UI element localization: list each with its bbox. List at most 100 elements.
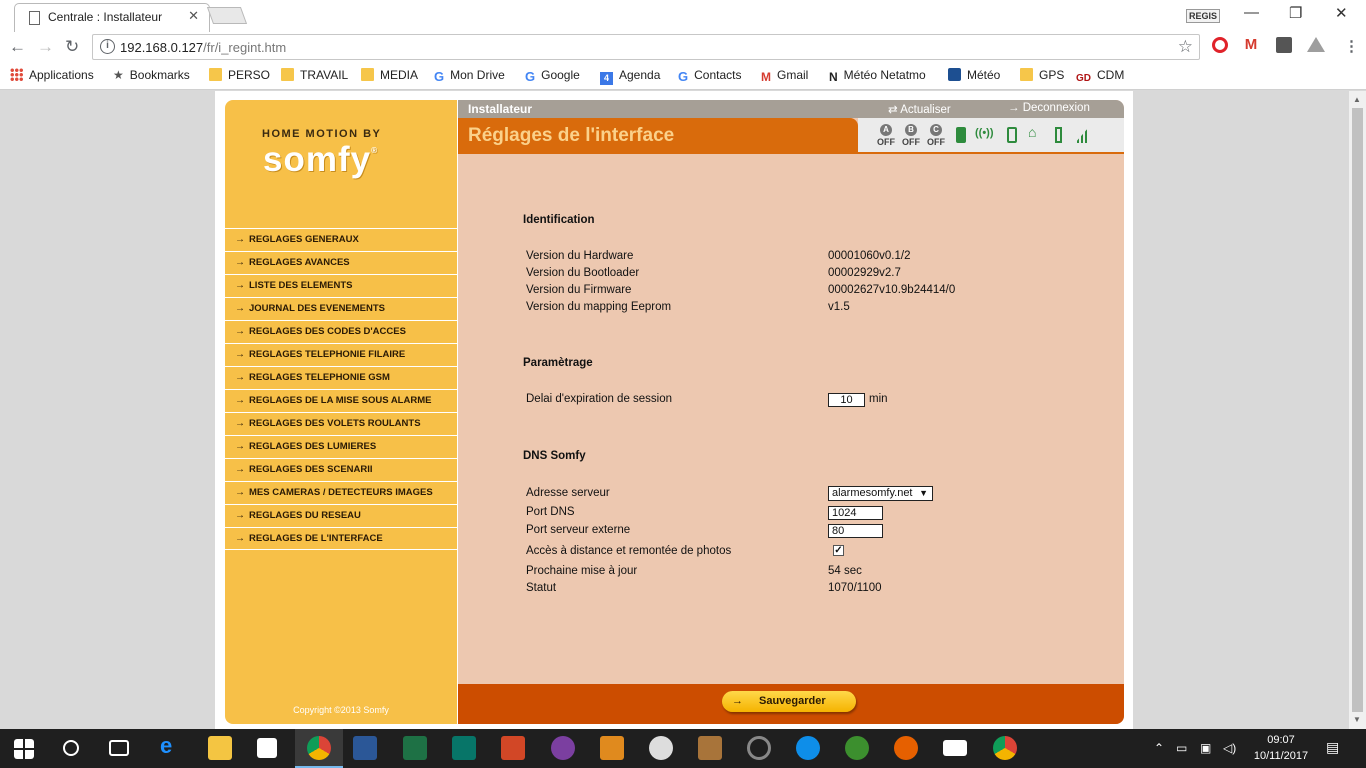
- volume-icon[interactable]: ◁): [1223, 741, 1236, 755]
- word-icon[interactable]: [353, 736, 377, 760]
- menu-item-liste-elements[interactable]: → LISTE DES ELEMENTS: [225, 274, 457, 297]
- browser-tab[interactable]: Centrale : Installateur ✕: [14, 3, 210, 32]
- menu-item-reseau[interactable]: → REGLAGES DU RESEAU: [225, 504, 457, 527]
- bookmark-meteo-netatmo[interactable]: N Météo Netatmo: [829, 68, 926, 84]
- bookmark-star-icon[interactable]: ☆: [1178, 37, 1193, 57]
- bookmark-perso[interactable]: PERSO: [209, 68, 270, 82]
- bookmark-bookmarks[interactable]: ★ Bookmarks: [113, 68, 190, 82]
- bookmark-media[interactable]: MEDIA: [361, 68, 418, 82]
- shield-extension-icon[interactable]: [1276, 37, 1292, 53]
- tray-chevron-icon[interactable]: ⌃: [1154, 741, 1164, 755]
- server-address-select[interactable]: alarmesomfy.net ▼: [828, 486, 933, 501]
- menu-item-reglages-generaux[interactable]: → REGLAGES GENERAUX: [225, 228, 457, 251]
- refresh-icon: ⇄: [888, 104, 901, 116]
- chrome-icon-2[interactable]: [993, 736, 1017, 760]
- bookmark-applications[interactable]: Applications: [10, 68, 94, 82]
- drive-extension-icon[interactable]: [1307, 37, 1325, 52]
- page-title: Réglages de l'interface: [468, 125, 675, 146]
- page-scrollbar[interactable]: ▲ ▼: [1349, 91, 1366, 729]
- bookmark-mon-drive[interactable]: G Mon Drive: [434, 68, 505, 84]
- k3-app-icon[interactable]: [600, 736, 624, 760]
- next-update-label: Prochaine mise à jour: [526, 565, 638, 577]
- task-view-icon[interactable]: [109, 740, 129, 756]
- sidebar-menu: → REGLAGES GENERAUX → REGLAGES AVANCES → LI…: [225, 228, 457, 550]
- close-window-icon[interactable]: ✕: [1335, 4, 1348, 22]
- remote-access-checkbox[interactable]: ✓: [833, 545, 844, 556]
- menu-item-interface[interactable]: → REGLAGES DE L'INTERFACE: [225, 527, 457, 550]
- back-arrow-icon[interactable]: ←: [9, 37, 26, 57]
- save-button[interactable]: → Sauvegarder: [722, 691, 856, 712]
- scrollbar-thumb[interactable]: [1352, 108, 1363, 712]
- file-explorer-icon[interactable]: [208, 736, 232, 760]
- tab-title: Centrale : Installateur: [48, 10, 163, 24]
- eye-app-icon[interactable]: [747, 736, 771, 760]
- new-tab-button[interactable]: [206, 7, 248, 24]
- refresh-link[interactable]: ⇄ Actualiser: [888, 102, 951, 116]
- teamviewer-icon[interactable]: [796, 736, 820, 760]
- firefox-icon[interactable]: [894, 736, 918, 760]
- arrow-right-icon: →: [235, 349, 245, 360]
- reload-icon[interactable]: ↻: [65, 37, 79, 57]
- bootloader-version-value: 00002929v2.7: [828, 267, 901, 279]
- cortana-icon[interactable]: [63, 740, 79, 756]
- display-icon[interactable]: ▣: [1200, 741, 1211, 755]
- port-dns-input[interactable]: [828, 506, 883, 520]
- port-external-label: Port serveur externe: [526, 524, 631, 536]
- menu-item-lumieres[interactable]: → REGLAGES DES LUMIERES: [225, 435, 457, 458]
- publisher-icon[interactable]: [452, 736, 476, 760]
- port-external-input[interactable]: [828, 524, 883, 538]
- edge-icon[interactable]: e: [160, 733, 184, 758]
- maximize-icon[interactable]: ❐: [1289, 4, 1302, 22]
- opera-extension-icon[interactable]: [1212, 37, 1228, 53]
- menu-item-volets-roulants[interactable]: → REGLAGES DES VOLETS ROULANTS: [225, 412, 457, 435]
- menu-item-reglages-avances[interactable]: → REGLAGES AVANCES: [225, 251, 457, 274]
- globe-app-icon[interactable]: [845, 736, 869, 760]
- windows-taskbar: e ⌃ ▭ ▣ ◁) 09:07 10/11/2017 ▤: [0, 729, 1366, 768]
- chrome-icon[interactable]: [307, 736, 331, 760]
- address-bar[interactable]: i 192.168.0.127/fr/i_regint.htm ☆: [92, 34, 1200, 60]
- forward-arrow-icon[interactable]: →: [37, 37, 54, 57]
- session-timeout-unit: min: [869, 393, 888, 405]
- next-update-value: 54 sec: [828, 565, 862, 577]
- menu-item-journal-evenements[interactable]: → JOURNAL DES EVENEMENTS: [225, 297, 457, 320]
- close-tab-icon[interactable]: ✕: [188, 8, 199, 24]
- menu-item-scenarii[interactable]: → REGLAGES DES SCENARII: [225, 458, 457, 481]
- scroll-down-icon[interactable]: ▼: [1353, 715, 1361, 724]
- menu-item-codes-acces[interactable]: → REGLAGES DES CODES D'ACCES: [225, 320, 457, 343]
- folder-icon: [281, 68, 294, 81]
- logout-link[interactable]: → Deconnexion: [1008, 102, 1090, 114]
- session-timeout-input[interactable]: [828, 393, 865, 407]
- menu-item-cameras[interactable]: → MES CAMERAS / DETECTEURS IMAGES: [225, 481, 457, 504]
- site-info-icon[interactable]: i: [100, 39, 115, 54]
- taskbar-clock[interactable]: 09:07 10/11/2017: [1246, 732, 1316, 764]
- profile-badge[interactable]: REGIS: [1186, 9, 1221, 23]
- menu-kebab-icon[interactable]: ⋮: [1344, 37, 1359, 55]
- bookmark-agenda[interactable]: 4 Agenda: [600, 68, 660, 85]
- bookmark-google[interactable]: G Google: [525, 68, 580, 84]
- accessibility-app-icon[interactable]: [649, 736, 673, 760]
- bookmark-contacts[interactable]: G Contacts: [678, 68, 741, 84]
- windows-start-icon[interactable]: [14, 739, 34, 759]
- excel-icon[interactable]: [403, 736, 427, 760]
- section-parametrage-title: Paramètrage: [523, 357, 593, 369]
- bookmark-cdm[interactable]: GD CDM: [1076, 68, 1124, 84]
- mail-icon[interactable]: [943, 740, 967, 756]
- media-app-icon[interactable]: [551, 736, 575, 760]
- bookmark-meteo[interactable]: Météo: [948, 68, 1000, 82]
- scroll-up-icon[interactable]: ▲: [1353, 95, 1361, 104]
- bookmark-gps[interactable]: GPS: [1020, 68, 1064, 82]
- bookmark-gmail[interactable]: M Gmail: [761, 68, 808, 84]
- bookmark-travail[interactable]: TRAVAIL: [281, 68, 348, 82]
- zone-b-status: B OFF: [902, 124, 920, 147]
- notification-icon[interactable]: ▤: [1326, 739, 1339, 756]
- powerpoint-icon[interactable]: [501, 736, 525, 760]
- media-player-icon[interactable]: [698, 736, 722, 760]
- menu-item-telephonie-gsm[interactable]: → REGLAGES TELEPHONIE GSM: [225, 366, 457, 389]
- network-icon[interactable]: ▭: [1176, 741, 1187, 755]
- menu-item-mise-sous-alarme[interactable]: → REGLAGES DE LA MISE SOUS ALARME: [225, 389, 457, 412]
- gmail-extension-icon[interactable]: M: [1243, 37, 1259, 53]
- minimize-icon[interactable]: —: [1244, 4, 1259, 21]
- menu-item-telephonie-filaire[interactable]: → REGLAGES TELEPHONIE FILAIRE: [225, 343, 457, 366]
- arrow-right-icon: →: [1008, 102, 1023, 114]
- store-icon[interactable]: [257, 738, 277, 758]
